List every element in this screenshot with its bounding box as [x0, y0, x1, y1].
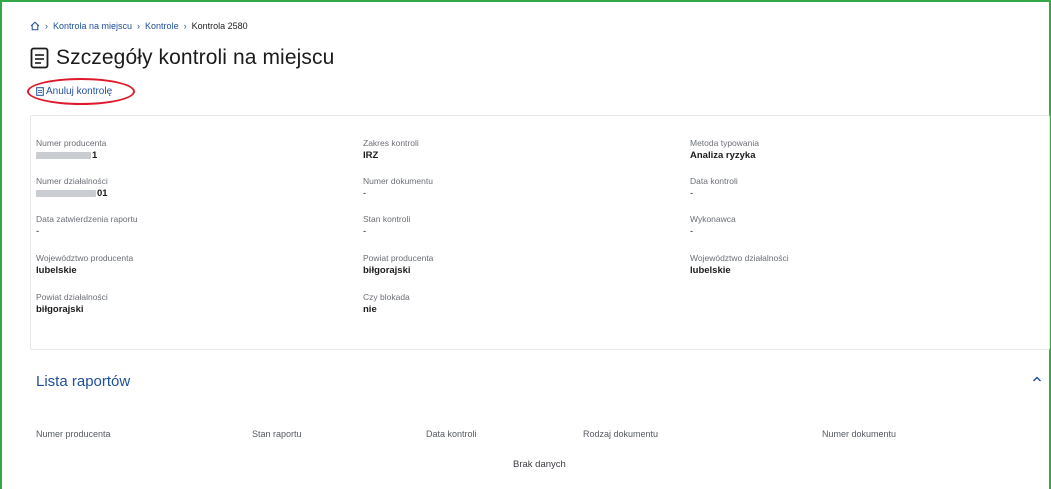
field-zakres-kontroli: Zakres kontroli IRZ: [363, 138, 419, 162]
field-label: Województwo producenta: [36, 253, 134, 263]
chevron-up-icon[interactable]: [1032, 375, 1042, 383]
column-header-numer-dokumentu[interactable]: Numer dokumentu: [822, 429, 896, 439]
page-title: Szczegóły kontroli na miejscu: [30, 46, 334, 70]
field-wojewodztwo-producenta: Województwo producenta lubelskie: [36, 253, 133, 277]
column-header-data-kontroli[interactable]: Data kontroli: [426, 429, 477, 439]
field-label: Metoda typowania: [690, 138, 759, 148]
breadcrumb-separator: ›: [45, 21, 48, 31]
column-header-stan-raportu[interactable]: Stan raportu: [252, 429, 302, 439]
masked-value-tail: 1: [92, 150, 98, 161]
field-label: Numer producenta: [36, 138, 107, 148]
field-value-masked: 1: [36, 149, 106, 162]
cancel-control-button[interactable]: Anuluj kontrolę: [36, 86, 112, 97]
breadcrumb-kontrola-na-miejscu[interactable]: Kontrola na miejscu: [53, 21, 132, 31]
field-stan-kontroli: Stan kontroli -: [363, 214, 410, 238]
field-value: -: [690, 188, 694, 199]
field-label: Województwo działalności: [690, 253, 789, 263]
field-value: nie: [363, 304, 377, 315]
field-value-masked: 01: [36, 187, 108, 200]
field-data-kontroli: Data kontroli -: [690, 176, 738, 200]
masked-value-tail: 01: [97, 188, 108, 199]
field-value: biłgorajski: [36, 304, 84, 315]
field-value: biłgorajski: [363, 265, 411, 276]
field-value: -: [36, 226, 40, 237]
field-czy-blokada: Czy blokada nie: [363, 292, 410, 316]
field-numer-dzialalnosci: Numer działalności 01: [36, 176, 108, 200]
document-icon: [30, 47, 49, 69]
breadcrumb-separator: ›: [183, 21, 187, 31]
reports-section-title: Lista raportów: [36, 373, 131, 390]
field-label: Powiat działalności: [36, 292, 108, 302]
masked-value: [36, 151, 91, 159]
page-title-text: Szczegóły kontroli na miejscu: [56, 46, 335, 69]
masked-value: [36, 189, 96, 197]
column-header-numer-producenta[interactable]: Numer producenta: [36, 429, 111, 439]
home-icon[interactable]: [30, 21, 40, 31]
field-label: Powiat producenta: [363, 253, 434, 263]
field-value: -: [363, 226, 367, 237]
field-value: Analiza ryzyka: [690, 150, 756, 161]
field-label: Data kontroli: [690, 176, 738, 186]
field-label: Data zatwierdzenia raportu: [36, 214, 138, 224]
field-label: Stan kontroli: [363, 214, 411, 224]
field-data-zatwierdzenia-raportu: Data zatwierdzenia raportu -: [36, 214, 138, 238]
document-small-icon: [36, 87, 44, 96]
field-powiat-dzialalnosci: Powiat działalności biłgorajski: [36, 292, 108, 316]
field-wykonawca: Wykonawca -: [690, 214, 736, 238]
field-value: lubelskie: [690, 265, 731, 276]
field-value: -: [690, 226, 694, 237]
breadcrumb-separator: ›: [137, 21, 141, 31]
field-label: Wykonawca: [690, 214, 736, 224]
column-header-rodzaj-dokumentu[interactable]: Rodzaj dokumentu: [583, 429, 658, 439]
cancel-control-label: Anuluj kontrolę: [46, 86, 113, 97]
breadcrumb: › Kontrola na miejscu › Kontrole › Kontr…: [30, 21, 248, 31]
field-label: Numer dokumentu: [363, 176, 433, 186]
breadcrumb-current: Kontrola 2580: [191, 21, 248, 31]
field-value: lubelskie: [36, 265, 77, 276]
field-numer-dokumentu: Numer dokumentu -: [363, 176, 433, 200]
field-numer-producenta: Numer producenta 1: [36, 138, 106, 162]
field-label: Numer działalności: [36, 176, 108, 186]
field-wojewodztwo-dzialalnosci: Województwo działalności lubelskie: [690, 253, 789, 277]
field-powiat-producenta: Powiat producenta biłgorajski: [363, 253, 433, 277]
field-metoda-typowania: Metoda typowania Analiza ryzyka: [690, 138, 759, 162]
breadcrumb-kontrole[interactable]: Kontrole: [145, 21, 179, 31]
field-value: IRZ: [363, 150, 379, 161]
field-label: Czy blokada: [363, 292, 410, 302]
field-label: Zakres kontroli: [363, 138, 419, 148]
table-empty-message: Brak danych: [513, 459, 566, 470]
field-value: -: [363, 188, 367, 199]
page-frame: › Kontrola na miejscu › Kontrole › Kontr…: [0, 0, 1051, 489]
control-details-card: Numer producenta 1 Zakres kontroli IRZ M…: [30, 115, 1050, 350]
